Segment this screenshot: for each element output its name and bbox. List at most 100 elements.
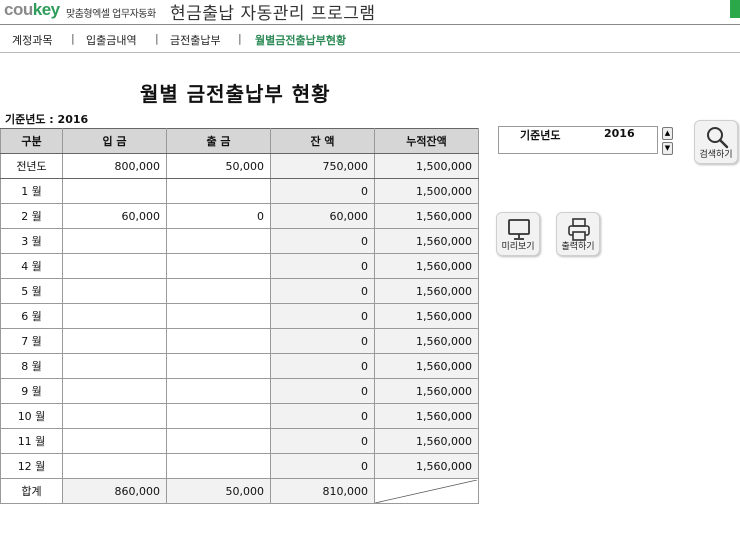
table-row: 12 월 0 1,560,000 xyxy=(0,453,479,479)
app-title: 현금출납 자동관리 프로그램 xyxy=(170,4,376,24)
table-row: 1 월 0 1,500,000 xyxy=(0,178,479,204)
row-label[interactable]: 12 월 xyxy=(0,453,63,479)
cumulative-cell[interactable]: 1,560,000 xyxy=(374,203,479,229)
row-label[interactable]: 7 월 xyxy=(0,328,63,354)
row-label: 합계 xyxy=(0,478,63,504)
balance-cell[interactable]: 0 xyxy=(270,353,375,379)
withdrawal-cell[interactable] xyxy=(166,328,271,354)
row-label[interactable]: 2 월 xyxy=(0,203,63,229)
row-label[interactable]: 3 월 xyxy=(0,228,63,254)
balance-cell[interactable]: 0 xyxy=(270,253,375,279)
title-bar: coukey 맞춤형엑셀 업무자동화 현금출납 자동관리 프로그램 xyxy=(0,0,740,25)
row-label[interactable]: 10 월 xyxy=(0,403,63,429)
nav-item-accounts[interactable]: 계정과목 xyxy=(12,32,52,48)
column-header: 입 금 xyxy=(62,128,167,154)
row-label[interactable]: 6 월 xyxy=(0,303,63,329)
balance-cell[interactable]: 0 xyxy=(270,278,375,304)
row-label[interactable]: 4 월 xyxy=(0,253,63,279)
search-button-label: 검색하기 xyxy=(699,150,733,160)
withdrawal-cell[interactable] xyxy=(166,228,271,254)
total-row: 합계 860,000 50,000 810,000 xyxy=(0,478,479,504)
cumulative-cell[interactable]: 1,560,000 xyxy=(374,403,479,429)
deposit-cell[interactable] xyxy=(62,303,167,329)
row-label[interactable]: 9 월 xyxy=(0,378,63,404)
cumulative-cell[interactable]: 1,560,000 xyxy=(374,428,479,454)
balance-cell[interactable]: 0 xyxy=(270,403,375,429)
nav-separator: | xyxy=(155,32,159,45)
deposit-cell[interactable] xyxy=(62,403,167,429)
cumulative-cell[interactable]: 1,560,000 xyxy=(374,378,479,404)
page-title: 월별 금전출납부 현황 xyxy=(140,82,331,106)
balance-cell[interactable]: 0 xyxy=(270,378,375,404)
deposit-cell[interactable]: 60,000 xyxy=(62,203,167,229)
column-header: 누적잔액 xyxy=(374,128,479,154)
preview-button[interactable]: 미리보기 xyxy=(496,212,540,256)
balance-cell[interactable]: 0 xyxy=(270,453,375,479)
balance-cell[interactable]: 0 xyxy=(270,428,375,454)
row-label[interactable]: 8 월 xyxy=(0,353,63,379)
tagline: 맞춤형엑셀 업무자동화 xyxy=(66,9,156,20)
table-header-row: 구분 입 금 출 금 잔 액 누적잔액 xyxy=(0,128,479,154)
withdrawal-cell[interactable] xyxy=(166,178,271,204)
withdrawal-cell: 50,000 xyxy=(166,478,271,504)
search-button[interactable]: 검색하기 xyxy=(694,120,738,164)
row-label[interactable]: 5 월 xyxy=(0,278,63,304)
table-row: 9 월 0 1,560,000 xyxy=(0,378,479,404)
cumulative-cell[interactable]: 1,560,000 xyxy=(374,278,479,304)
withdrawal-cell[interactable]: 0 xyxy=(166,203,271,229)
deposit-cell: 860,000 xyxy=(62,478,167,504)
deposit-cell[interactable] xyxy=(62,428,167,454)
balance-cell[interactable]: 0 xyxy=(270,303,375,329)
deposit-cell[interactable] xyxy=(62,253,167,279)
deposit-cell[interactable] xyxy=(62,278,167,304)
withdrawal-cell[interactable]: 50,000 xyxy=(166,153,271,179)
withdrawal-cell[interactable] xyxy=(166,353,271,379)
cumulative-cell[interactable]: 1,560,000 xyxy=(374,253,479,279)
year-up-button[interactable]: ▲ xyxy=(662,127,673,140)
table-row: 전년도 800,000 50,000 750,000 1,500,000 xyxy=(0,153,479,179)
cumulative-cell[interactable]: 1,560,000 xyxy=(374,453,479,479)
deposit-cell[interactable] xyxy=(62,228,167,254)
balance-cell[interactable]: 0 xyxy=(270,178,375,204)
deposit-cell[interactable] xyxy=(62,378,167,404)
withdrawal-cell[interactable] xyxy=(166,403,271,429)
nav-item-transactions[interactable]: 입출금내역 xyxy=(86,32,137,48)
withdrawal-cell[interactable] xyxy=(166,278,271,304)
withdrawal-cell[interactable] xyxy=(166,428,271,454)
table-row: 4 월 0 1,560,000 xyxy=(0,253,479,279)
cumulative-cell[interactable]: 1,560,000 xyxy=(374,328,479,354)
print-button[interactable]: 출력하기 xyxy=(556,212,600,256)
deposit-cell[interactable] xyxy=(62,178,167,204)
cumulative-cell[interactable]: 1,560,000 xyxy=(374,353,479,379)
cumulative-cell[interactable]: 1,560,000 xyxy=(374,303,479,329)
withdrawal-cell[interactable] xyxy=(166,253,271,279)
cumulative-cell[interactable]: 1,500,000 xyxy=(374,153,479,179)
balance-cell[interactable]: 750,000 xyxy=(270,153,375,179)
table-row: 3 월 0 1,560,000 xyxy=(0,228,479,254)
base-year-caption: 기준년도 : 2016 xyxy=(5,113,89,126)
withdrawal-cell[interactable] xyxy=(166,303,271,329)
year-down-button[interactable]: ▼ xyxy=(662,142,673,155)
deposit-cell[interactable] xyxy=(62,453,167,479)
nav-separator: | xyxy=(238,32,242,45)
row-label[interactable]: 1 월 xyxy=(0,178,63,204)
withdrawal-cell[interactable] xyxy=(166,453,271,479)
nav-item-cashbook[interactable]: 금전출납부 xyxy=(170,32,221,48)
deposit-cell[interactable] xyxy=(62,328,167,354)
accent-block xyxy=(730,0,740,18)
row-label[interactable]: 11 월 xyxy=(0,428,63,454)
nav-item-monthly-status[interactable]: 월별금전출납부현황 xyxy=(255,32,346,48)
deposit-cell[interactable] xyxy=(62,353,167,379)
balance-cell[interactable]: 60,000 xyxy=(270,203,375,229)
column-header: 잔 액 xyxy=(270,128,375,154)
row-label[interactable]: 전년도 xyxy=(0,153,63,179)
empty-diagonal-cell xyxy=(374,478,479,504)
deposit-cell[interactable]: 800,000 xyxy=(62,153,167,179)
cumulative-cell[interactable]: 1,560,000 xyxy=(374,228,479,254)
balance-cell[interactable]: 0 xyxy=(270,228,375,254)
logo: coukey xyxy=(4,0,60,19)
balance-cell[interactable]: 0 xyxy=(270,328,375,354)
withdrawal-cell[interactable] xyxy=(166,378,271,404)
diagonal-line xyxy=(375,479,477,503)
cumulative-cell[interactable]: 1,500,000 xyxy=(374,178,479,204)
